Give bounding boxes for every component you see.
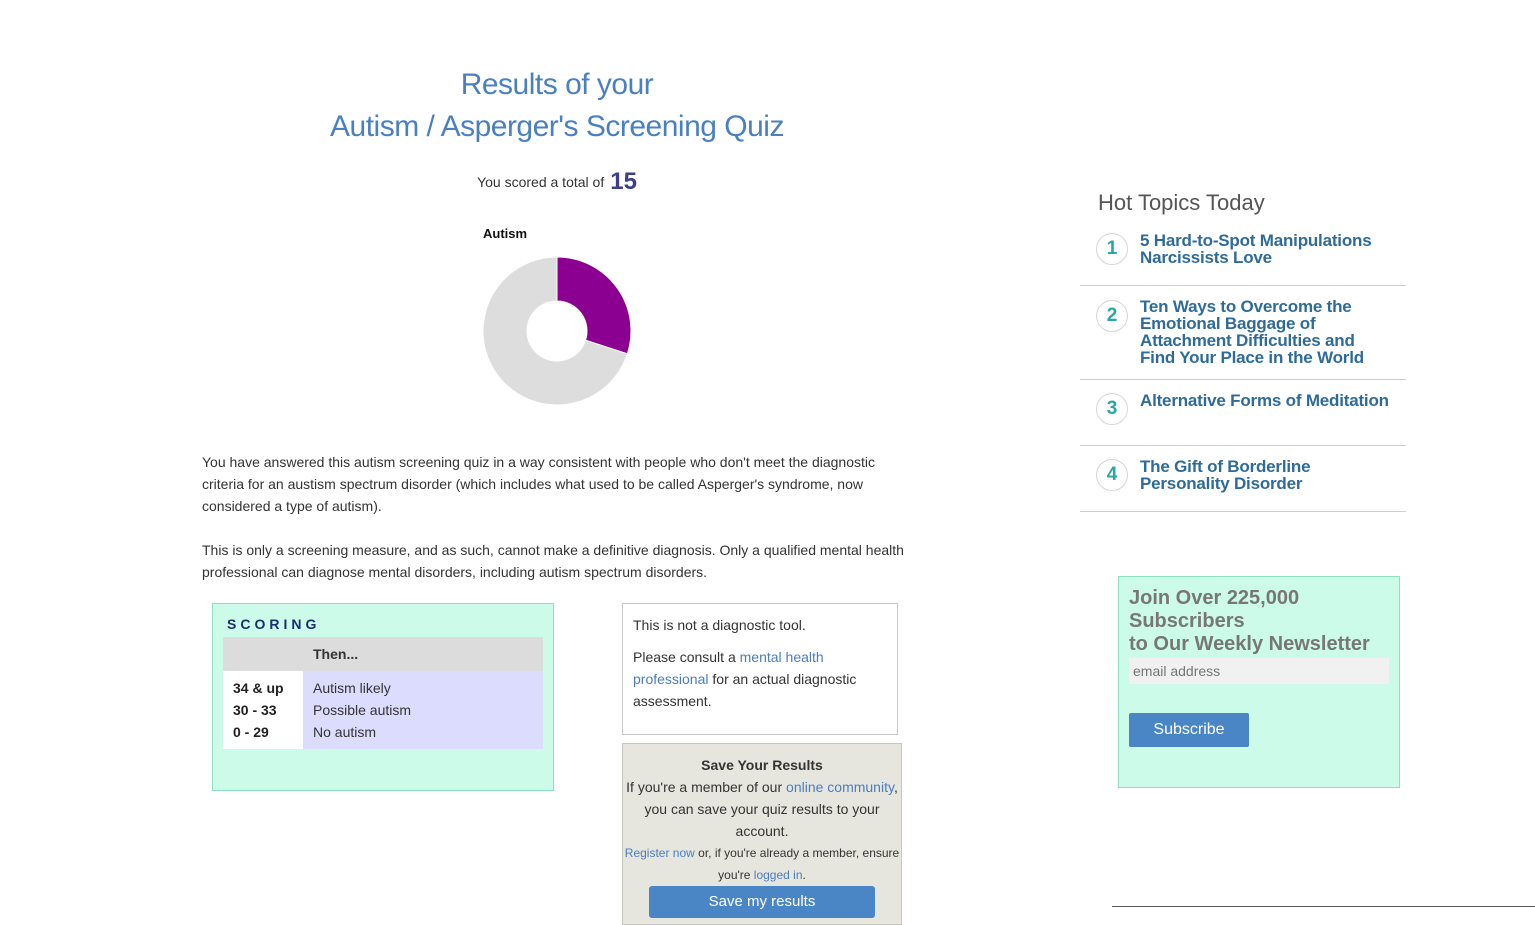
scoring-box: SCORING Then... 34 & up Autism likely 30…	[212, 603, 554, 791]
hot-topic-item[interactable]: 4 The Gift of Borderline Personality Dis…	[1080, 446, 1406, 512]
save-text-pre: If you're a member of our	[626, 779, 787, 795]
subscribe-button[interactable]: Subscribe	[1129, 713, 1249, 747]
newsletter-heading-line: to Our Weekly Newsletter	[1129, 633, 1370, 655]
donut-slice-score	[556, 256, 632, 355]
consult-text-pre: Please consult a	[633, 649, 740, 665]
scoring-range: 0 - 29	[223, 721, 303, 749]
consult-paragraph: Please consult a mental health professio…	[633, 646, 887, 712]
hot-topic-item[interactable]: 3 Alternative Forms of Meditation	[1080, 380, 1406, 446]
online-community-link[interactable]: online community	[786, 779, 894, 795]
score-summary: You scored a total of 15	[200, 168, 914, 196]
register-text-end: .	[802, 868, 806, 882]
save-results-heading: Save Your Results	[701, 757, 823, 773]
hot-topic-link[interactable]: Alternative Forms of Meditation	[1140, 392, 1390, 409]
newsletter-heading-line: Subscribers	[1129, 610, 1245, 632]
scoring-result: No autism	[303, 721, 543, 749]
hot-topic-item[interactable]: 1 5 Hard-to-Spot Manipulations Narcissis…	[1080, 224, 1406, 286]
result-explanation: You have answered this autism screening …	[202, 454, 875, 514]
hot-topic-link[interactable]: 5 Hard-to-Spot Manipulations Narcissists…	[1140, 232, 1390, 266]
title-line-1: Results of your	[460, 68, 654, 101]
scoring-row: 34 & up Autism likely	[223, 671, 543, 699]
save-results-box: Save Your Results If you're a member of …	[622, 743, 902, 925]
screening-disclaimer-text: This is only a screening measure, and as…	[202, 542, 904, 580]
register-text: Register now or, if you're already a mem…	[623, 842, 901, 886]
hot-topic-link[interactable]: The Gift of Borderline Personality Disor…	[1140, 458, 1390, 492]
scoring-table: Then... 34 & up Autism likely 30 - 33 Po…	[223, 637, 543, 749]
topic-number-badge: 1	[1096, 233, 1128, 265]
topic-number-badge: 3	[1096, 393, 1128, 425]
scoring-range: 30 - 33	[223, 699, 303, 721]
newsletter-signup-box: Join Over 225,000 Subscribers to Our Wee…	[1118, 576, 1400, 788]
scoring-result: Possible autism	[303, 699, 543, 721]
disclaimer-line: This is not a diagnostic tool.	[633, 617, 806, 633]
save-my-results-button[interactable]: Save my results	[649, 886, 875, 918]
score-label: You scored a total of	[477, 174, 605, 190]
score-value: 15	[610, 168, 637, 195]
diagnostic-disclaimer-box: This is not a diagnostic tool. Please co…	[622, 603, 898, 735]
newsletter-heading-line: Join Over 225,000	[1129, 587, 1300, 609]
save-results-text: If you're a member of our online communi…	[623, 776, 901, 842]
email-field[interactable]	[1129, 658, 1389, 684]
topic-number-badge: 4	[1096, 459, 1128, 491]
chart-title: Autism	[483, 226, 527, 241]
scoring-row: 30 - 33 Possible autism	[223, 699, 543, 721]
register-now-link[interactable]: Register now	[625, 846, 695, 860]
title-line-2: Autism / Asperger's Screening Quiz	[330, 110, 784, 143]
scoring-header-then: Then...	[303, 637, 543, 671]
scoring-heading: SCORING	[227, 616, 321, 632]
divider	[1112, 906, 1535, 907]
page-title: Results of your Autism / Asperger's Scre…	[200, 64, 914, 148]
hot-topics-list: 1 5 Hard-to-Spot Manipulations Narcissis…	[1080, 224, 1406, 512]
hot-topics-heading: Hot Topics Today	[1098, 190, 1265, 215]
scoring-row: 0 - 29 No autism	[223, 721, 543, 749]
topic-number-badge: 2	[1096, 300, 1128, 332]
scoring-header-blank	[223, 637, 303, 671]
scoring-range: 34 & up	[223, 671, 303, 699]
hot-topic-link[interactable]: Ten Ways to Overcome the Emotional Bagga…	[1140, 298, 1390, 366]
hot-topic-item[interactable]: 2 Ten Ways to Overcome the Emotional Bag…	[1080, 286, 1406, 380]
score-donut-chart: Autism	[482, 226, 632, 406]
newsletter-heading: Join Over 225,000 Subscribers to Our Wee…	[1129, 587, 1370, 656]
logged-in-link[interactable]: logged in	[754, 868, 803, 882]
scoring-result: Autism likely	[303, 671, 543, 699]
